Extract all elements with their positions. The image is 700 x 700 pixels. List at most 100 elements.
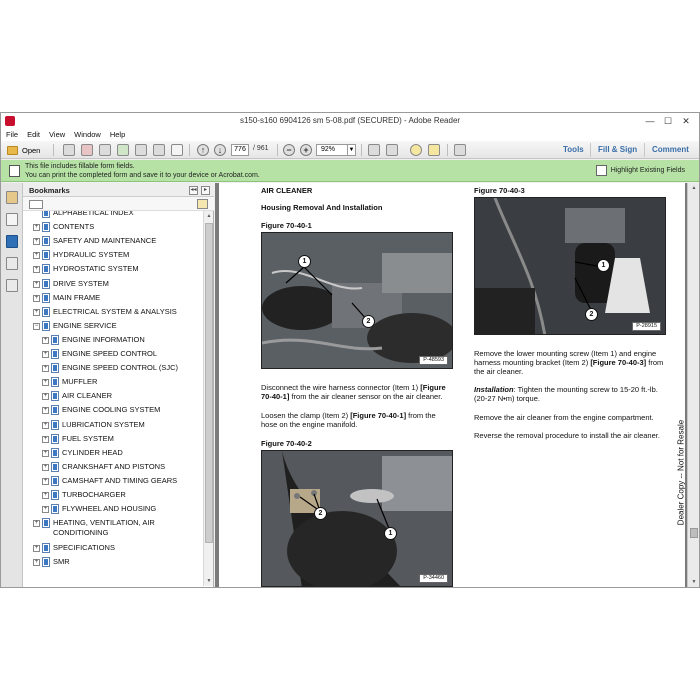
expand-icon[interactable]: + [42,393,49,401]
maximize-button[interactable]: ☐ [659,114,677,128]
menu-help[interactable]: Help [110,129,125,141]
close-button[interactable]: ✕ [677,114,695,128]
bookmark-item[interactable]: + MAIN FRAME [33,292,100,306]
expand-icon[interactable]: + [33,558,40,566]
bookmark-item[interactable]: + ENGINE INFORMATION [42,334,145,348]
save-icon[interactable] [99,144,111,156]
bookmark-item[interactable]: + FUEL SYSTEM [42,433,114,447]
bookmark-item[interactable]: ALPHABETICAL INDEX [33,211,134,221]
bookmark-item[interactable]: − ENGINE SERVICE [33,320,117,334]
menu-view[interactable]: View [49,129,65,141]
bookmark-item[interactable]: + CAMSHAFT AND TIMING GEARS [42,475,177,489]
arrow-up-icon[interactable]: ↑ [197,144,209,156]
scroll-down-icon[interactable]: ▼ [690,578,698,586]
bookmark-item[interactable]: + CRANKSHAFT AND PISTONS [42,461,165,475]
bookmark-item[interactable]: + HYDRAULIC SYSTEM [33,250,129,263]
bookmark-label: CYLINDER HEAD [62,448,123,458]
create-pdf-icon[interactable] [63,144,75,156]
edit-pdf-icon[interactable] [81,144,93,156]
cloud-icon[interactable] [117,144,129,156]
expand-icon[interactable]: + [42,336,49,344]
bookmark-item[interactable]: + LUBRICATION SYSTEM [42,419,145,433]
expand-icon[interactable]: + [33,544,40,552]
comment-bubble-icon[interactable] [410,144,422,156]
signature-icon[interactable] [6,279,18,292]
document-scrollbar[interactable]: ▲ ▼ [687,183,699,587]
expand-icon[interactable]: + [42,506,49,514]
bookmark-label: ENGINE COOLING SYSTEM [62,405,160,415]
expand-icon[interactable]: + [33,238,40,246]
print-icon[interactable] [153,144,165,156]
expand-icon[interactable]: + [42,477,49,485]
scrollbar-thumb[interactable] [690,528,698,538]
zoom-select[interactable]: 92% ▼ [316,144,356,156]
expand-icon[interactable]: + [42,365,49,373]
expand-icon[interactable]: + [33,280,40,288]
minimize-button[interactable]: — [641,114,659,128]
page-thumbnail-icon[interactable] [6,213,18,226]
tab-tools[interactable]: Tools [563,145,584,154]
tab-fill-sign[interactable]: Fill & Sign [598,145,637,154]
bookmark-item[interactable]: + CONTENTS [33,222,94,235]
scroll-up-icon[interactable]: ▲ [205,212,213,220]
bookmark-item[interactable]: + HEATING, VENTILATION, AIR CONDITIONING [33,518,155,542]
bookmark-item[interactable]: + ENGINE SPEED CONTROL (SJC) [42,363,178,376]
email-icon[interactable] [171,144,183,156]
tab-comment[interactable]: Comment [652,145,689,154]
highlight-icon[interactable] [428,144,440,156]
attachment-icon[interactable] [6,257,18,270]
chevron-down-icon[interactable]: ▼ [347,145,355,155]
expand-icon[interactable]: + [42,407,49,415]
expand-icon[interactable]: + [33,252,40,260]
collapse-icon[interactable]: − [33,322,40,330]
bookmark-item[interactable]: + DRIVE SYSTEM [33,278,109,292]
read-mode-icon[interactable] [386,144,398,156]
scroll-up-icon[interactable]: ▲ [690,184,698,192]
bookmark-item[interactable]: + ELECTRICAL SYSTEM & ANALYSIS [33,306,177,320]
bookmark-item[interactable]: + TURBOCHARGER [42,490,126,503]
expand-bookmark-icon[interactable] [197,199,208,209]
open-button[interactable]: Open [7,144,49,156]
bookmark-icon[interactable] [6,235,18,248]
bookmark-item[interactable]: + HYDROSTATIC SYSTEM [33,264,139,277]
expand-icon[interactable]: + [42,492,49,499]
expand-icon[interactable]: + [42,435,49,443]
expand-icon[interactable]: + [42,379,49,387]
bookmark-item[interactable]: + FLYWHEEL AND HOUSING [42,504,156,517]
bookmark-item[interactable]: + AIR CLEANER [42,391,112,404]
bookmark-item[interactable]: + SPECIFICATIONS [33,542,115,556]
bookmark-item[interactable]: + ENGINE COOLING SYSTEM [42,405,160,418]
arrow-down-icon[interactable]: ↓ [214,144,226,156]
expand-icon[interactable]: + [42,421,49,429]
bookmark-options-icon[interactable] [29,200,43,209]
zoom-in-icon[interactable]: + [300,144,312,156]
bookmarks-scrollbar[interactable]: ▲ ▼ [203,211,213,586]
fit-page-icon[interactable] [368,144,380,156]
page-number-input[interactable]: 776 [231,144,249,156]
expand-icon[interactable] [454,144,466,156]
scroll-down-icon[interactable]: ▼ [205,577,213,585]
bookmark-item[interactable]: + MUFFLER [42,377,97,390]
expand-icon[interactable]: + [42,449,49,457]
page-icon[interactable] [135,144,147,156]
expand-icon[interactable]: + [33,308,40,316]
menu-window[interactable]: Window [74,129,101,141]
scrollbar-thumb[interactable] [205,223,213,543]
expand-icon[interactable]: + [42,351,49,358]
bookmark-item[interactable]: + SMR [33,556,70,570]
collapse-panel-icon[interactable]: ◂◂ [189,186,198,195]
expand-icon[interactable]: + [33,224,40,232]
highlight-fields-button[interactable]: Highlight Existing Fields [595,164,685,177]
bookmark-item[interactable]: + CYLINDER HEAD [42,447,123,461]
expand-icon[interactable]: + [33,294,40,302]
bookmark-item[interactable]: + ENGINE SPEED CONTROL [42,349,157,362]
expand-icon[interactable]: + [42,463,49,471]
expand-icon[interactable]: + [33,266,40,274]
close-panel-icon[interactable]: ▸ [201,186,210,195]
zoom-out-icon[interactable]: − [283,144,295,156]
expand-icon[interactable]: + [33,520,40,528]
menu-file[interactable]: File [6,129,18,141]
lock-icon[interactable] [6,191,18,204]
bookmark-item[interactable]: + SAFETY AND MAINTENANCE [33,236,156,249]
menu-edit[interactable]: Edit [27,129,40,141]
